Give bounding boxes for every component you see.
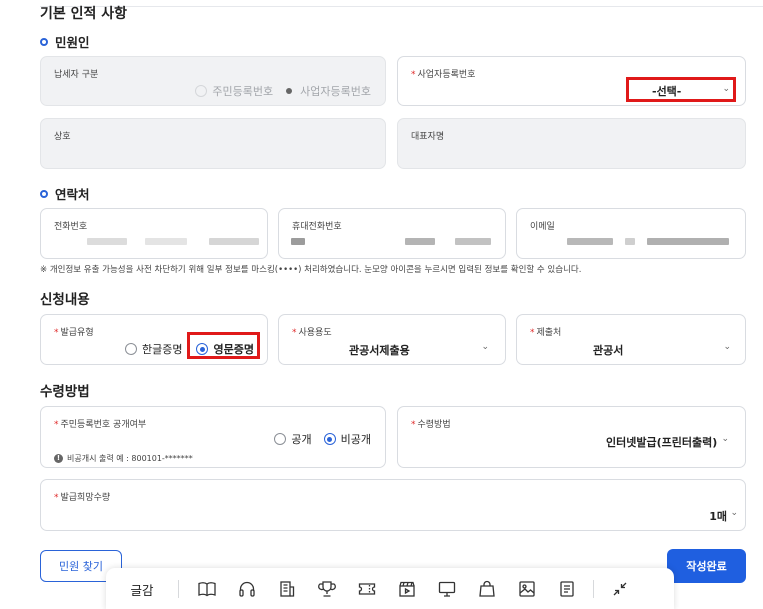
masked-text: [455, 238, 491, 245]
email-field[interactable]: 이메일: [516, 208, 746, 259]
building-icon[interactable]: [267, 568, 307, 609]
contact-section-title: 연락처: [40, 184, 90, 203]
chevron-down-icon: ⌄: [723, 342, 731, 352]
business-number-label: * 사업자등록번호: [411, 70, 476, 80]
masked-text: [145, 238, 187, 245]
radio-korean-certificate[interactable]: 한글증명: [125, 341, 182, 357]
info-icon: !: [54, 454, 63, 463]
image-icon[interactable]: [507, 568, 547, 609]
trophy-icon[interactable]: [307, 568, 347, 609]
floating-toolbar: 글감: [106, 568, 674, 609]
top-divider: [40, 6, 763, 7]
taxpayer-type-field: 납세자 구분 주민등록번호 사업자등록번호: [40, 56, 386, 106]
chevron-down-icon: ⌄: [481, 342, 489, 352]
masked-text: [405, 238, 435, 245]
taxpayer-type-radio-group: 주민등록번호 사업자등록번호: [195, 83, 371, 99]
masked-text: [291, 238, 305, 245]
collapse-icon[interactable]: [600, 568, 640, 609]
radio-business-number[interactable]: 사업자등록번호: [283, 83, 371, 99]
receipt-method-select[interactable]: * 수령방법 인터넷발급(프린터출력) ⌄: [397, 406, 746, 468]
application-section-title: 신청내용: [40, 292, 90, 308]
toolbar-label: 글감: [130, 582, 154, 598]
id-disclosure-field: * 주민등록번호 공개여부 공개 비공개 ! 비공개시 출력 예 : 800101…: [40, 406, 386, 468]
masked-text: [625, 238, 635, 245]
privacy-note: ※ 개인정보 유출 가능성을 사전 차단하기 위해 일부 정보를 마스킹(•••…: [40, 265, 582, 275]
highlight-business-select: [626, 77, 736, 102]
page-title: 기본 인적 사항: [40, 6, 128, 22]
taxpayer-type-label: 납세자 구분: [54, 70, 99, 80]
id-disclosure-radio-group: 공개 비공개: [274, 431, 371, 447]
receipt-section-title: 수령방법: [40, 384, 90, 400]
masked-text: [209, 238, 259, 245]
disclosure-hint: ! 비공개시 출력 예 : 800101-*******: [54, 453, 193, 464]
headphones-icon[interactable]: [227, 568, 267, 609]
circle-bullet-icon: [40, 37, 48, 46]
purpose-select[interactable]: * 사용용도 관공서제출용 ⌄: [278, 314, 506, 365]
ticket-icon[interactable]: [347, 568, 387, 609]
company-name-field: 상호: [40, 118, 386, 169]
masked-text: [567, 238, 613, 245]
applicant-section-title: 민원인: [40, 32, 90, 51]
radio-resident-number[interactable]: 주민등록번호: [195, 83, 273, 99]
chevron-down-icon: ⌄: [730, 508, 738, 518]
toolbar-divider: [593, 580, 594, 598]
shopping-bag-icon[interactable]: [467, 568, 507, 609]
mobile-field[interactable]: 휴대전화번호: [278, 208, 506, 259]
masked-text: [87, 238, 127, 245]
toolbar-divider: [178, 580, 179, 598]
complete-button[interactable]: 작성완료: [667, 549, 746, 583]
circle-bullet-icon: [40, 189, 48, 198]
radio-nondisclose[interactable]: 비공개: [323, 431, 371, 447]
monitor-icon[interactable]: [427, 568, 467, 609]
book-icon[interactable]: [187, 568, 227, 609]
clapper-icon[interactable]: [387, 568, 427, 609]
phone-field[interactable]: 전화번호: [40, 208, 268, 259]
document-icon[interactable]: [547, 568, 587, 609]
representative-field: 대표자명: [397, 118, 746, 169]
quantity-select[interactable]: * 발급희망수량 1매 ⌄: [40, 479, 746, 531]
submit-to-select[interactable]: * 제출처 관공서 ⌄: [516, 314, 746, 365]
masked-text: [647, 238, 729, 245]
chevron-down-icon: ⌄: [721, 434, 729, 444]
highlight-english-certificate: [187, 332, 260, 359]
radio-disclose[interactable]: 공개: [274, 431, 312, 447]
